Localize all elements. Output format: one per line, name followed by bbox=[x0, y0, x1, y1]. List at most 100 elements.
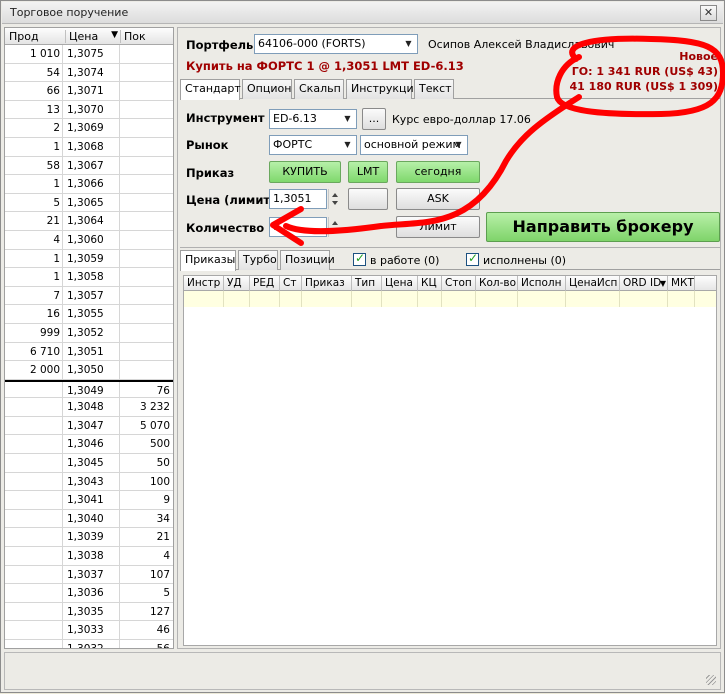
book-row[interactable]: 16 1,3055 bbox=[5, 305, 173, 324]
book-price-cell[interactable]: 1,3046 bbox=[63, 435, 120, 454]
book-buy-cell[interactable]: 56 bbox=[120, 640, 172, 648]
grid-column-header[interactable]: Инстр bbox=[184, 276, 224, 291]
limit-button[interactable]: Лимит bbox=[396, 216, 480, 238]
grid-column-header[interactable]: КЦ bbox=[418, 276, 442, 291]
book-row[interactable]: 1,3032 56 bbox=[5, 640, 173, 648]
grid-cell[interactable] bbox=[280, 291, 302, 307]
grid-cell[interactable] bbox=[224, 291, 250, 307]
book-buy-cell[interactable]: 50 bbox=[120, 454, 172, 472]
book-row[interactable]: 1,3037 107 bbox=[5, 565, 173, 585]
book-sell-cell[interactable]: 13 bbox=[5, 100, 63, 119]
duration-today-button[interactable]: сегодня bbox=[396, 161, 480, 183]
book-sell-cell[interactable]: 54 bbox=[5, 63, 63, 82]
book-price-cell[interactable]: 1,3065 bbox=[63, 193, 120, 212]
portfolio-select[interactable]: 64106-000 (FORTS) ▼ bbox=[254, 34, 418, 54]
book-price-cell[interactable]: 1,3039 bbox=[63, 528, 120, 547]
grid-column-header[interactable]: Исполн bbox=[518, 276, 566, 291]
book-price-cell[interactable]: 1,3068 bbox=[63, 137, 120, 156]
book-price-cell[interactable]: 1,3038 bbox=[63, 547, 120, 565]
instrument-select[interactable]: ED-6.13 ▼ bbox=[269, 109, 357, 129]
price-spinner[interactable] bbox=[328, 189, 340, 209]
book-buy-cell[interactable] bbox=[120, 305, 172, 323]
instrument-browse-button[interactable]: ... bbox=[362, 108, 386, 130]
book-sell-cell[interactable]: 1 010 bbox=[5, 45, 63, 63]
tab-turbo[interactable]: Турбо bbox=[238, 250, 278, 270]
tab-instructions[interactable]: Инструкции bbox=[346, 79, 421, 99]
grid-column-header[interactable]: Приказ bbox=[302, 276, 352, 291]
book-row[interactable]: 1,3038 4 bbox=[5, 547, 173, 566]
book-price-cell[interactable]: 1,3037 bbox=[63, 565, 120, 584]
book-row[interactable]: 1,3036 5 bbox=[5, 584, 173, 603]
bid-button[interactable] bbox=[348, 188, 388, 210]
book-buy-cell[interactable] bbox=[120, 212, 172, 230]
book-row[interactable]: 1,3046 500 bbox=[5, 435, 173, 455]
book-row[interactable]: 1,3045 50 bbox=[5, 454, 173, 473]
book-sell-cell[interactable]: 2 000 bbox=[5, 361, 63, 379]
book-buy-cell[interactable]: 5 bbox=[120, 584, 172, 602]
grid-cell[interactable] bbox=[302, 291, 352, 307]
order-type-lmt-button[interactable]: LMT bbox=[348, 161, 388, 183]
book-buy-cell[interactable] bbox=[120, 138, 172, 156]
book-buy-cell[interactable]: 5 070 bbox=[120, 417, 172, 435]
order-book[interactable]: Прод Цена ▼ Пок 1 010 1,3075 54 1,3074 66 1,3… bbox=[4, 27, 174, 649]
book-price-cell[interactable]: 1,3040 bbox=[63, 509, 120, 528]
grid-column-header[interactable]: Ст bbox=[280, 276, 302, 291]
book-buy-cell[interactable] bbox=[120, 64, 172, 82]
book-sell-cell[interactable]: 999 bbox=[5, 323, 63, 342]
header-buy[interactable]: Пок bbox=[120, 30, 170, 43]
tab-option[interactable]: Опцион bbox=[242, 79, 292, 99]
tab-positions[interactable]: Позиции bbox=[280, 250, 335, 270]
book-row[interactable]: 13 1,3070 bbox=[5, 100, 173, 120]
grid-cell[interactable] bbox=[418, 291, 442, 307]
book-sell-cell[interactable] bbox=[5, 416, 63, 435]
quantity-input[interactable]: 1 bbox=[269, 217, 327, 237]
book-sell-cell[interactable] bbox=[5, 602, 63, 621]
book-row[interactable]: 66 1,3071 bbox=[5, 82, 173, 101]
book-sell-cell[interactable]: 4 bbox=[5, 230, 63, 249]
resize-grip-icon[interactable] bbox=[706, 675, 716, 685]
book-buy-cell[interactable] bbox=[120, 287, 172, 305]
book-row[interactable]: 1,3033 46 bbox=[5, 621, 173, 640]
book-buy-cell[interactable]: 4 bbox=[120, 547, 172, 565]
book-sell-cell[interactable]: 6 710 bbox=[5, 342, 63, 361]
book-sell-cell[interactable] bbox=[5, 435, 63, 454]
book-buy-cell[interactable] bbox=[120, 268, 172, 286]
book-row[interactable]: 1 1,3059 bbox=[5, 249, 173, 269]
book-sell-cell[interactable] bbox=[5, 472, 63, 491]
tab-text[interactable]: Текст bbox=[414, 79, 454, 99]
book-price-cell[interactable]: 1,3049 bbox=[63, 381, 120, 398]
grid-cell[interactable] bbox=[476, 291, 518, 307]
book-buy-cell[interactable] bbox=[120, 250, 172, 268]
grid-cell[interactable] bbox=[382, 291, 418, 307]
book-price-cell[interactable]: 1,3059 bbox=[63, 249, 120, 268]
grid-cell[interactable] bbox=[668, 291, 695, 307]
book-price-cell[interactable]: 1,3074 bbox=[63, 63, 120, 82]
book-sell-cell[interactable]: 16 bbox=[5, 305, 63, 323]
in-work-checkbox[interactable] bbox=[353, 251, 366, 266]
quantity-spinner[interactable] bbox=[328, 217, 340, 237]
book-row[interactable]: 1,3049 76 bbox=[5, 379, 173, 399]
book-price-cell[interactable]: 1,3051 bbox=[63, 342, 120, 361]
book-sell-cell[interactable] bbox=[5, 454, 63, 472]
book-buy-cell[interactable]: 3 232 bbox=[120, 398, 172, 416]
book-price-cell[interactable]: 1,3045 bbox=[63, 454, 120, 472]
book-buy-cell[interactable] bbox=[120, 343, 172, 361]
mode-select[interactable]: основной режим ▼ bbox=[360, 135, 468, 155]
book-buy-cell[interactable]: 500 bbox=[120, 435, 172, 453]
book-sell-cell[interactable]: 66 bbox=[5, 82, 63, 100]
book-sell-cell[interactable]: 1 bbox=[5, 137, 63, 156]
tab-standard[interactable]: Стандарт bbox=[180, 79, 241, 100]
book-sell-cell[interactable]: 7 bbox=[5, 286, 63, 305]
grid-cell[interactable] bbox=[620, 291, 668, 307]
book-row[interactable]: 2 000 1,3050 bbox=[5, 361, 173, 380]
title-bar[interactable]: Торговое поручение ✕ bbox=[2, 2, 723, 24]
book-buy-cell[interactable]: 9 bbox=[120, 491, 172, 509]
book-row[interactable]: 1 1,3066 bbox=[5, 175, 173, 194]
book-row[interactable]: 999 1,3052 bbox=[5, 323, 173, 343]
book-row[interactable]: 1 1,3058 bbox=[5, 268, 173, 287]
close-button[interactable]: ✕ bbox=[700, 5, 717, 21]
book-price-cell[interactable]: 1,3060 bbox=[63, 230, 120, 249]
book-sell-cell[interactable]: 1 bbox=[5, 268, 63, 286]
send-to-broker-button[interactable]: Направить брокеру bbox=[486, 212, 720, 242]
grid-cell[interactable] bbox=[250, 291, 280, 307]
